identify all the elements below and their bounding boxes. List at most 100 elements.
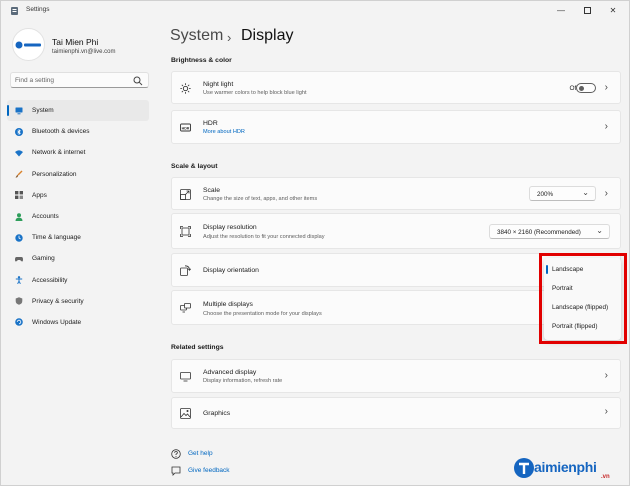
sidebar-item-label: Accessibility (32, 276, 68, 284)
sidebar-item-label: Privacy & security (32, 297, 84, 305)
multiple-displays-icon (180, 303, 191, 313)
chevron-right-icon: › (604, 82, 608, 93)
minimize-button[interactable]: — (549, 1, 573, 19)
multiple-displays-title: Multiple displays (203, 301, 253, 308)
scale-dropdown[interactable]: 200% ⌄ (529, 186, 596, 201)
page-title: Display (241, 27, 294, 44)
svg-text:HDR: HDR (182, 126, 190, 130)
hdr-card[interactable]: HDR HDR More about HDR › (171, 110, 621, 144)
bluetooth-icon (15, 127, 23, 136)
globe-clock-icon (15, 234, 23, 242)
give-feedback-link[interactable]: Give feedback (188, 467, 230, 474)
gamepad-icon (15, 256, 23, 262)
sidebar-item-label: Gaming (32, 255, 55, 263)
monitor-outline-icon (180, 372, 191, 382)
sun-icon (180, 83, 191, 94)
sidebar-item-label: Personalization (32, 170, 77, 178)
sidebar-item-label: Apps (32, 191, 47, 199)
help-icon (171, 449, 181, 459)
close-button[interactable]: ✕ (601, 1, 625, 19)
night-light-card[interactable]: Night light Use warmer colors to help bl… (171, 71, 621, 104)
get-help-link[interactable]: Get help (188, 450, 213, 457)
shield-icon (15, 297, 23, 306)
window-title: Settings (26, 6, 50, 13)
sidebar-item-accounts[interactable]: Accounts (7, 206, 149, 227)
sidebar-item-apps[interactable]: Apps (7, 185, 149, 206)
minimize-icon: — (557, 5, 565, 15)
breadcrumb-separator: › (227, 30, 232, 45)
chevron-right-icon: › (604, 121, 608, 132)
close-icon: ✕ (609, 5, 617, 15)
advanced-display-card[interactable]: Advanced display Display information, re… (171, 359, 621, 393)
scale-icon (180, 189, 191, 200)
title-bar: Settings — ✕ (1, 1, 629, 21)
search-input[interactable] (15, 75, 125, 86)
advanced-display-subtitle: Display information, refresh rate (203, 378, 283, 384)
monitor-icon (15, 107, 23, 114)
wifi-icon (15, 150, 23, 157)
settings-app-icon (11, 7, 18, 15)
display-resolution-card[interactable]: Display resolution Adjust the resolution… (171, 213, 621, 249)
maximize-button[interactable] (575, 1, 599, 19)
sidebar-item-label: System (32, 107, 54, 115)
profile-email: taimienphi.vn@live.com (52, 49, 116, 55)
orientation-title: Display orientation (203, 267, 259, 274)
sidebar-item-windows-update[interactable]: Windows Update (7, 312, 149, 333)
sidebar-item-label: Time & language (32, 234, 81, 242)
sidebar-item-bluetooth[interactable]: Bluetooth & devices (7, 121, 149, 142)
profile-name: Tai Mien Phi (52, 37, 99, 47)
avatar-logo-icon (15, 41, 41, 48)
night-light-title: Night light (203, 81, 234, 88)
search-icon (133, 76, 143, 86)
hdr-title: HDR (203, 120, 218, 127)
watermark-brand: aimienphi (534, 459, 597, 475)
update-icon (15, 318, 23, 327)
breadcrumb-parent[interactable]: System (170, 27, 223, 45)
maximize-icon (583, 6, 591, 14)
sidebar-item-privacy[interactable]: Privacy & security (7, 291, 149, 312)
scale-value: 200% (537, 190, 554, 198)
scale-subtitle: Change the size of text, apps, and other… (203, 196, 318, 202)
resolution-dropdown[interactable]: 3840 × 2160 (Recommended) ⌄ (489, 224, 610, 239)
chevron-right-icon: › (604, 370, 608, 381)
feedback-icon (171, 466, 181, 476)
apps-icon (15, 191, 23, 200)
graphics-title: Graphics (203, 410, 231, 417)
chevron-down-icon: ⌄ (596, 226, 603, 235)
avatar[interactable] (12, 28, 45, 61)
section-header-scale: Scale & layout (171, 163, 218, 170)
sidebar-item-system[interactable]: System (7, 100, 149, 122)
chevron-right-icon: › (604, 406, 608, 417)
brush-icon (15, 170, 23, 178)
sidebar-item-gaming[interactable]: Gaming (7, 248, 149, 269)
person-icon (15, 212, 23, 221)
chevron-right-icon: › (604, 188, 608, 199)
graphics-icon (180, 408, 191, 419)
night-light-toggle[interactable] (576, 83, 596, 93)
graphics-card[interactable]: Graphics › (171, 397, 621, 429)
taimienphi-logo-icon (514, 458, 534, 478)
sidebar-item-accessibility[interactable]: Accessibility (7, 270, 149, 291)
resolution-value: 3840 × 2160 (Recommended) (497, 228, 581, 236)
hdr-more-link[interactable]: More about HDR (203, 129, 245, 135)
watermark: aimienphi .vn (513, 457, 625, 483)
sidebar-item-time-language[interactable]: Time & language (7, 227, 149, 248)
resolution-title: Display resolution (203, 224, 257, 231)
resolution-icon (180, 226, 191, 237)
orientation-icon (180, 265, 191, 276)
selection-indicator (7, 105, 9, 116)
sidebar-nav: System Bluetooth & devices Network & int… (7, 100, 149, 333)
sidebar-item-personalization[interactable]: Personalization (7, 164, 149, 185)
multiple-displays-subtitle: Choose the presentation mode for your di… (203, 311, 322, 317)
toggle-knob (579, 86, 584, 91)
accessibility-icon (15, 276, 23, 285)
search-box[interactable] (10, 72, 149, 88)
hdr-icon: HDR (180, 123, 191, 132)
resolution-subtitle: Adjust the resolution to fit your connec… (203, 234, 325, 240)
chevron-down-icon: ⌄ (582, 188, 589, 197)
highlight-box (539, 253, 627, 344)
sidebar-item-label: Bluetooth & devices (32, 128, 90, 136)
section-header-related: Related settings (171, 344, 224, 351)
sidebar-item-network[interactable]: Network & internet (7, 142, 149, 163)
scale-card[interactable]: Scale Change the size of text, apps, and… (171, 177, 621, 210)
